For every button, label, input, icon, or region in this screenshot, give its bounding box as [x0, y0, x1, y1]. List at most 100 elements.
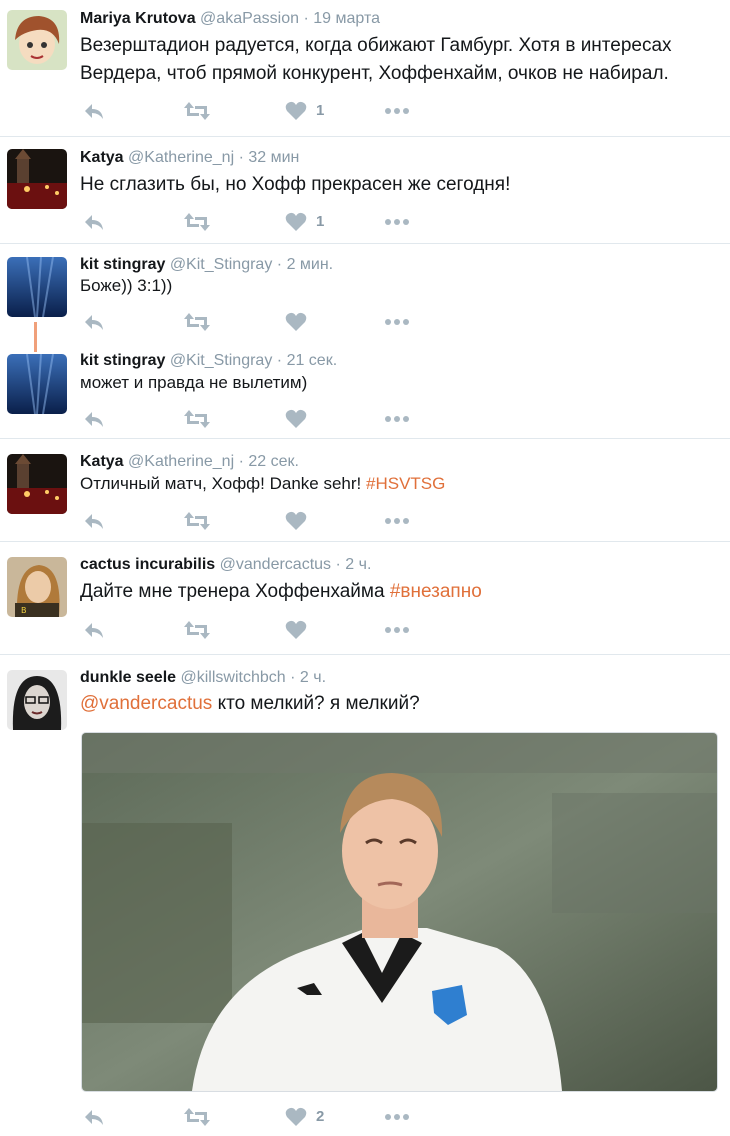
like-count: 1	[316, 102, 325, 119]
heart-icon[interactable]	[285, 1106, 307, 1128]
heart-icon[interactable]	[285, 408, 307, 430]
tweet-header: Mariya Krutova @akaPassion · 19 марта	[80, 9, 380, 29]
divider	[0, 243, 730, 244]
tweet-text-body: Отличный матч, Хофф! Danke sehr!	[80, 474, 366, 493]
more-icon[interactable]	[384, 311, 410, 333]
tweet-actions: 1	[80, 100, 440, 122]
separator: ·	[290, 669, 296, 686]
tweet-photo[interactable]	[81, 732, 718, 1092]
heart-icon[interactable]	[285, 100, 307, 122]
divider	[0, 438, 730, 439]
avatar[interactable]	[7, 149, 67, 209]
more-icon[interactable]	[384, 211, 410, 233]
reply-icon[interactable]	[82, 408, 106, 430]
like-count: 2	[316, 1108, 325, 1125]
retweet-icon[interactable]	[184, 211, 210, 233]
separator: ·	[276, 352, 283, 369]
tweet-header: kit stingray @Kit_Stingray · 2 мин.	[80, 255, 333, 275]
more-icon[interactable]	[384, 1106, 410, 1128]
like-count: 1	[316, 213, 325, 230]
tweet-text-line: Везерштадион радуется, когда обижают Гам…	[80, 35, 672, 56]
hashtag-link[interactable]: #HSVTSG	[366, 474, 445, 493]
tweet-actions: 2	[80, 1106, 440, 1128]
retweet-icon[interactable]	[184, 510, 210, 532]
timestamp[interactable]: 22 сек.	[248, 453, 299, 470]
tweet-text: может и правда не вылетим)	[80, 373, 308, 392]
tweet-actions: 1	[80, 211, 440, 233]
timestamp[interactable]: 19 марта	[313, 10, 380, 27]
thread-connector	[34, 322, 37, 352]
retweet-icon[interactable]	[184, 311, 210, 333]
more-icon[interactable]	[384, 619, 410, 641]
user-name[interactable]: Katya	[80, 453, 124, 470]
retweet-icon[interactable]	[184, 100, 210, 122]
user-handle[interactable]: @Katherine_nj	[128, 453, 234, 470]
user-handle[interactable]: @vandercactus	[220, 556, 331, 573]
timestamp[interactable]: 2 ч.	[345, 556, 371, 573]
tweet-header: Katya @Katherine_nj · 22 сек.	[80, 452, 299, 472]
avatar[interactable]: B	[7, 557, 67, 617]
heart-icon[interactable]	[285, 510, 307, 532]
avatar[interactable]	[7, 670, 67, 730]
separator: ·	[276, 256, 283, 273]
mention-link[interactable]: @vandercactus	[80, 693, 212, 714]
tweet-text: @vandercactus кто мелкий? я мелкий?	[80, 690, 420, 718]
reply-icon[interactable]	[82, 619, 106, 641]
more-icon[interactable]	[384, 510, 410, 532]
user-handle[interactable]: @Kit_Stingray	[170, 352, 273, 369]
divider	[0, 654, 730, 655]
heart-icon[interactable]	[285, 211, 307, 233]
avatar[interactable]	[7, 10, 67, 70]
more-icon[interactable]	[384, 408, 410, 430]
reply-icon[interactable]	[82, 311, 106, 333]
tweet-text: Дайте мне тренера Хоффенхайма #внезапно	[80, 578, 482, 606]
reply-icon[interactable]	[82, 1106, 106, 1128]
separator: ·	[238, 453, 244, 470]
retweet-icon[interactable]	[184, 619, 210, 641]
tweet-header: kit stingray @Kit_Stingray · 21 сек.	[80, 351, 337, 371]
timestamp[interactable]: 2 ч.	[300, 669, 326, 686]
user-name[interactable]: kit stingray	[80, 352, 165, 369]
user-handle[interactable]: @killswitchbch	[181, 669, 286, 686]
tweet-text: Боже)) 3:1))	[80, 276, 173, 295]
avatar[interactable]	[7, 354, 67, 414]
user-name[interactable]: Katya	[80, 149, 124, 166]
tweet-text-body: Дайте мне тренера Хоффенхайма	[80, 581, 390, 602]
hashtag-link[interactable]: #внезапно	[390, 581, 482, 602]
tweet-text-body: кто мелкий? я мелкий?	[212, 693, 420, 714]
avatar[interactable]	[7, 257, 67, 317]
user-name[interactable]: dunkle seele	[80, 669, 176, 686]
separator: ·	[238, 149, 244, 166]
more-icon[interactable]	[384, 100, 410, 122]
timestamp[interactable]: 21 сек.	[287, 352, 338, 369]
user-name[interactable]: cactus incurabilis	[80, 556, 215, 573]
timestamp[interactable]: 32 мин	[248, 149, 299, 166]
reply-icon[interactable]	[82, 100, 106, 122]
divider	[0, 136, 730, 137]
tweet-text-line: Вердера, чтоб прямой конкурент, Хоффенха…	[80, 63, 669, 84]
heart-icon[interactable]	[285, 619, 307, 641]
tweet-actions	[80, 311, 440, 333]
avatar[interactable]	[7, 454, 67, 514]
tweet-text: Отличный матч, Хофф! Danke sehr! #HSVTSG	[80, 472, 445, 496]
retweet-icon[interactable]	[184, 408, 210, 430]
tweet-actions	[80, 408, 440, 430]
divider	[0, 541, 730, 542]
tweet-actions	[80, 619, 440, 641]
user-name[interactable]: kit stingray	[80, 256, 165, 273]
reply-icon[interactable]	[82, 510, 106, 532]
tweet-header: Katya @Katherine_nj · 32 мин	[80, 148, 299, 168]
separator: ·	[303, 10, 309, 27]
tweet-header: dunkle seele @killswitchbch · 2 ч.	[80, 668, 326, 688]
timestamp[interactable]: 2 мин.	[287, 256, 334, 273]
user-handle[interactable]: @akaPassion	[200, 10, 299, 27]
retweet-icon[interactable]	[184, 1106, 210, 1128]
tweet-text: Не сглазить бы, но Хофф прекрасен же сег…	[80, 174, 511, 195]
user-handle[interactable]: @Kit_Stingray	[170, 256, 273, 273]
user-name[interactable]: Mariya Krutova	[80, 10, 196, 27]
heart-icon[interactable]	[285, 311, 307, 333]
reply-icon[interactable]	[82, 211, 106, 233]
user-handle[interactable]: @Katherine_nj	[128, 149, 234, 166]
tweet-header: cactus incurabilis @vandercactus · 2 ч.	[80, 555, 371, 575]
tweet-actions	[80, 510, 440, 532]
